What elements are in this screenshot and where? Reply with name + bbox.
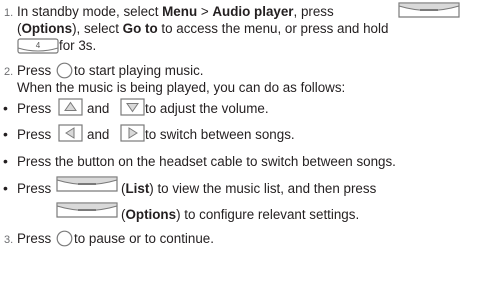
bullet-marker: • (3, 126, 8, 142)
text: ) to configure relevant settings. (176, 207, 360, 222)
text: Press (17, 63, 52, 78)
text: In standby mode, select (17, 4, 163, 19)
softkey-icon (56, 175, 118, 192)
text: > (197, 4, 213, 19)
right-arrow-key-icon (120, 124, 145, 142)
step-number: 2. (4, 66, 14, 78)
menu-label: Menu (162, 4, 198, 19)
text: to start playing music. (74, 63, 204, 78)
text: Press (17, 231, 52, 246)
go-to-label: Go to (122, 21, 158, 36)
list-label: List (125, 181, 150, 196)
svg-text:4: 4 (36, 41, 41, 50)
text: Press (17, 101, 52, 116)
up-arrow-key-icon (58, 98, 83, 116)
text: for 3s. (59, 38, 97, 53)
down-arrow-key-icon (120, 98, 145, 116)
left-arrow-key-icon (58, 124, 83, 142)
text: to adjust the volume. (145, 101, 269, 116)
text: ), select (72, 21, 123, 36)
text: Press (17, 181, 52, 196)
text: to pause or to continue. (74, 231, 214, 246)
text: to access the menu, or press and hold (157, 21, 389, 36)
circle-key-icon (56, 62, 73, 79)
step-number: 3. (4, 234, 14, 246)
text: and (87, 101, 110, 116)
bullet-marker: • (3, 153, 8, 169)
options-label: Options (125, 207, 177, 222)
step-number: 1. (4, 7, 14, 19)
text: ) to view the music list, and then press (149, 181, 377, 196)
options-label: Options (21, 21, 73, 36)
audio-player-label: Audio player (212, 4, 294, 19)
text: When the music is being played, you can … (17, 80, 346, 95)
bullet-marker: • (3, 180, 8, 196)
bullet-marker: • (3, 100, 8, 116)
text: , press (293, 4, 334, 19)
number-4-key-icon: 4 (17, 38, 59, 54)
softkey-icon (398, 1, 460, 18)
text: to switch between songs. (145, 127, 295, 142)
softkey-icon (56, 201, 118, 218)
text: and (87, 127, 110, 142)
text: Press the button on the headset cable to… (17, 154, 396, 169)
circle-key-icon (56, 230, 73, 247)
text: Press (17, 127, 52, 142)
